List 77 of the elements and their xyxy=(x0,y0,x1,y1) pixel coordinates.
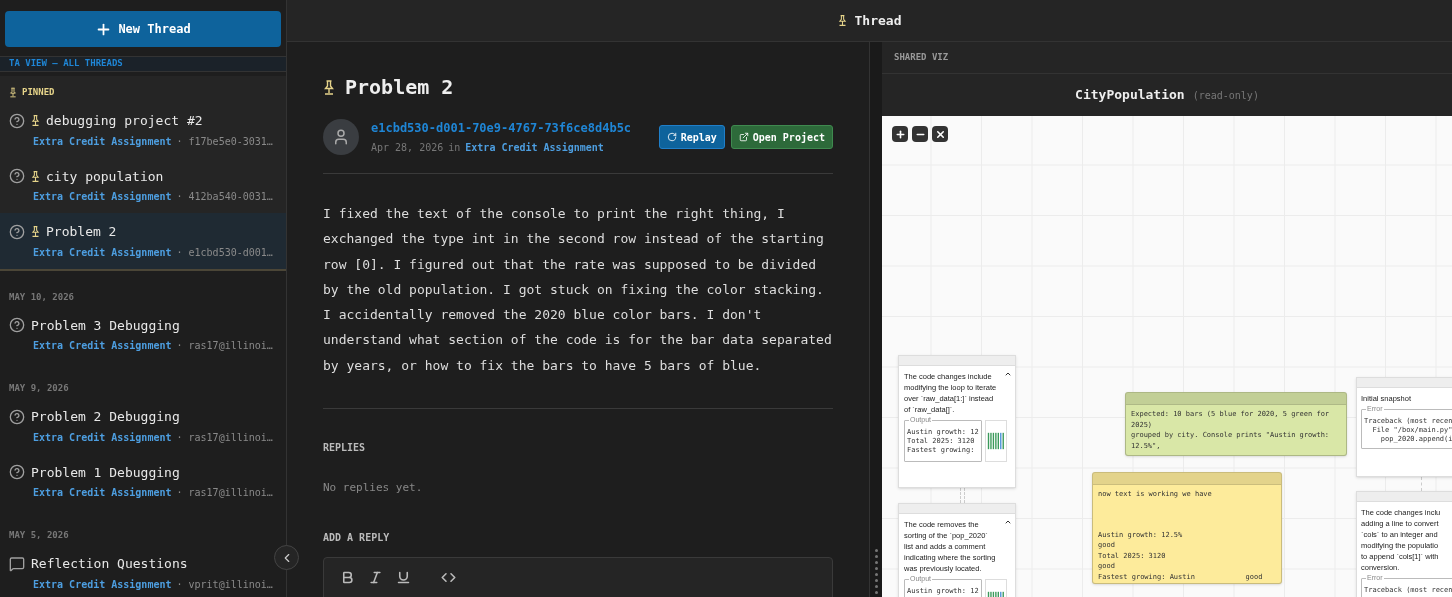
empty-replies-text: No replies yet. xyxy=(323,481,423,495)
thread-item[interactable]: debugging project #2 Extra Credit Assignment · f17be5e0-3031… xyxy=(0,102,272,158)
thread-title: Problem 2 xyxy=(46,223,117,241)
section-label: REPLIES xyxy=(323,442,366,454)
section-label: ADD A REPLY xyxy=(323,532,390,544)
thread-meta: · ras17@illinoi… xyxy=(176,430,273,445)
thread-meta: · ras17@illinoi… xyxy=(176,339,273,353)
question-icon xyxy=(9,112,25,129)
course-link[interactable]: Extra Credit Assignment xyxy=(33,429,172,445)
author-link[interactable]: e1cbd530-d001-70e9-4767-73f6ce8d4b5c xyxy=(371,119,632,137)
course-link[interactable]: Extra Credit Assignment xyxy=(33,338,172,353)
pin-icon xyxy=(31,114,40,128)
replay-button[interactable]: Replay xyxy=(658,125,725,149)
thread-item[interactable]: Problem 2 Debugging Extra Credit Assignment · ras17@illinoi… xyxy=(0,398,272,454)
question-icon xyxy=(9,464,25,481)
thread-meta: · e1cbd530-d001… xyxy=(176,245,273,260)
zoom-out-button[interactable] xyxy=(912,126,928,142)
bar-chart-thumbnail xyxy=(984,420,1007,462)
date-label: MAY 10, 2026 xyxy=(9,291,75,302)
zoom-in-button[interactable] xyxy=(892,126,908,142)
read-only-label: (read-only) xyxy=(1192,88,1259,103)
thread-meta: · 412ba540-0031… xyxy=(176,190,273,204)
thread-meta: · f17be5e0-3031… xyxy=(176,134,273,149)
thread-item[interactable]: city population Extra Credit Assignment · 412ba540-0031… xyxy=(0,157,272,213)
viz-title: CityPopulation xyxy=(1075,86,1185,105)
section-label: PINNED xyxy=(22,85,55,99)
thread-title: Reflection Questions xyxy=(31,555,188,573)
thread-title: city population xyxy=(46,167,164,186)
refresh-icon xyxy=(666,132,677,142)
question-icon xyxy=(9,408,25,425)
close-icon xyxy=(934,128,946,140)
thread-title: Problem 1 Debugging xyxy=(31,463,180,482)
thread-title: debugging project #2 xyxy=(46,112,203,130)
thread-meta: · vprit@illinoi… xyxy=(176,577,273,592)
new-thread-button[interactable]: New Thread xyxy=(5,11,281,47)
course-link[interactable]: Extra Credit Assignment xyxy=(465,140,604,155)
course-link[interactable]: Extra Credit Assignment xyxy=(33,244,172,260)
header-title: Thread xyxy=(854,11,902,30)
user-icon xyxy=(332,128,350,146)
date-label: MAY 5, 2026 xyxy=(9,530,69,540)
pin-icon xyxy=(9,86,17,98)
open-project-button[interactable]: Open Project xyxy=(730,125,833,149)
thread-item[interactable]: Reflection Questions Extra Credit Assignment · vprit@illinoi… xyxy=(0,545,272,597)
question-icon xyxy=(9,317,25,334)
thread-body: I fixed the text of the console to print the right thing, I exchanged the type int in the second row instead of the starting row [0]. I figured out that the rate was supposed to be divided by the old population. I got stuck on fixing the color stacking. I accidentally removed the 2020 blue color bars. I don't understand what section of the code is for the bar data separated by years, or how to fix the bars to have 5 bars of blue. xyxy=(323,205,833,375)
view-mode-label: TA VIEW — ALL THREADS xyxy=(9,57,123,70)
collapse-caret-icon[interactable] xyxy=(1004,370,1012,378)
plus-icon xyxy=(894,128,906,140)
pin-icon xyxy=(323,78,335,96)
thread-item[interactable]: Problem 2 Extra Credit Assignment · e1cbd530-d001… xyxy=(0,213,286,269)
panel-label: SHARED VIZ xyxy=(894,50,949,64)
resize-handle[interactable] xyxy=(874,549,878,595)
underline-icon xyxy=(396,570,411,586)
italic-icon xyxy=(368,570,383,586)
pin-icon xyxy=(31,225,40,239)
pin-icon xyxy=(837,14,847,27)
pin-icon xyxy=(31,169,40,183)
thread-item[interactable]: Problem 1 Debugging Extra Credit Assignment · ras17@illinoi… xyxy=(0,453,272,509)
question-icon xyxy=(9,168,25,185)
course-link[interactable]: Extra Credit Assignment xyxy=(33,133,172,149)
thread-title: Problem 3 Debugging xyxy=(31,316,180,335)
collapse-caret-icon[interactable] xyxy=(1004,518,1012,526)
course-link[interactable]: Extra Credit Assignment xyxy=(33,485,172,500)
thread-title: Problem 2 xyxy=(345,74,454,101)
post-date: Apr 28, 2026 xyxy=(371,141,444,155)
in-label: in xyxy=(448,141,461,155)
date-label: MAY 9, 2026 xyxy=(9,383,69,393)
chat-icon xyxy=(9,555,25,572)
bold-icon xyxy=(340,570,355,586)
thread-item[interactable]: Problem 3 Debugging Extra Credit Assignment · ras17@illinoi… xyxy=(0,306,272,362)
reset-button[interactable] xyxy=(932,126,948,142)
course-link[interactable]: Extra Credit Assignment xyxy=(33,189,172,204)
thread-meta: · ras17@illinoi… xyxy=(176,486,273,500)
question-icon xyxy=(9,223,25,240)
external-link-icon xyxy=(738,132,749,142)
course-link[interactable]: Extra Credit Assignment xyxy=(33,576,172,592)
thread-title: Problem 2 Debugging xyxy=(31,408,180,426)
